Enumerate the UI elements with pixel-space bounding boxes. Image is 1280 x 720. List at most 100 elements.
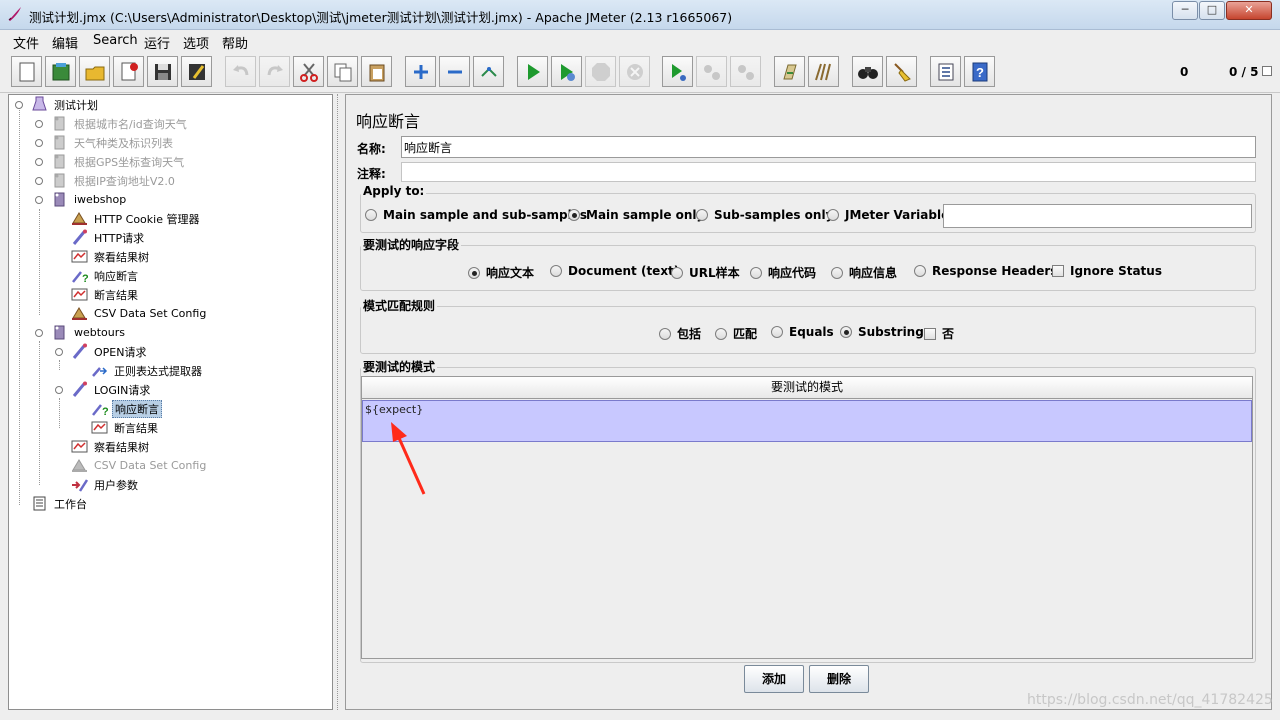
start-no-pauses-button[interactable] [551,56,582,87]
tree-node-csv-config-disabled[interactable]: CSV Data Set Config [71,456,208,475]
field-response-text-radio[interactable]: 响应文本 [468,264,534,281]
apply-main-and-sub-radio[interactable]: Main sample and sub-samples [365,208,587,222]
jmeter-variable-input[interactable] [943,204,1252,228]
field-url-sample-radio[interactable]: URL样本 [671,264,740,281]
tree-node-label: CSV Data Set Config [94,459,207,472]
tree-expand-handle[interactable] [35,196,43,204]
tree-node-thread-group[interactable]: 根据GPS坐标查询天气 [51,152,186,171]
extractor-icon [92,367,108,377]
toggle-button[interactable] [473,56,504,87]
add-button[interactable]: 添加 [744,665,804,693]
tree-expand-handle[interactable] [55,386,63,394]
table-row[interactable]: ${expect} [362,400,1252,442]
delete-button[interactable]: 删除 [809,665,869,693]
tree-node-iwebshop[interactable]: iwebshop [51,190,128,209]
menu-file[interactable]: 文件 [13,33,39,52]
tree-expand-handle[interactable] [35,158,43,166]
tree-node-workbench[interactable]: 工作台 [31,494,89,513]
collapse-all-button[interactable] [439,56,470,87]
help-button[interactable]: ? [964,56,995,87]
rule-not-checkbox[interactable]: 否 [924,325,954,342]
rule-equals-radio[interactable]: Equals [771,325,834,339]
menu-help[interactable]: 帮助 [222,33,248,52]
tree-node-login-request[interactable]: LOGIN请求 [71,380,152,399]
remote-stop-button[interactable] [696,56,727,87]
tree-node-response-assertion[interactable]: ? 响应断言 [71,266,140,285]
rule-contains-radio[interactable]: 包括 [659,325,701,342]
search-button[interactable] [852,56,883,87]
name-input[interactable]: 响应断言 [401,136,1256,158]
comment-input[interactable] [401,162,1256,182]
reset-search-button[interactable] [886,56,917,87]
close-file-button[interactable] [113,56,144,87]
tree-expand-handle[interactable] [15,101,23,109]
tree-node-response-assertion-selected[interactable]: ? 响应断言 [91,399,162,418]
remote-exit-button[interactable] [730,56,761,87]
paste-button[interactable] [361,56,392,87]
menu-options[interactable]: 选项 [183,33,209,52]
assertion-icon: ? [92,404,108,417]
tree-node-label: 正则表达式提取器 [114,364,202,378]
tree-node-view-results-tree[interactable]: 察看结果树 [71,437,151,456]
ignore-status-checkbox[interactable]: Ignore Status [1052,264,1162,278]
minimize-button[interactable]: ─ [1172,1,1198,20]
patterns-column-header[interactable]: 要测试的模式 [362,377,1252,399]
maximize-button[interactable]: □ [1199,1,1225,20]
tree-node-assertion-results[interactable]: 断言结果 [91,418,160,437]
field-document-radio[interactable]: Document (text) [550,264,679,278]
tree-node-thread-group[interactable]: 根据城市名/id查询天气 [51,114,189,133]
tree-node-assertion-results[interactable]: 断言结果 [71,285,140,304]
cut-button[interactable] [293,56,324,87]
save-as-button[interactable] [181,56,212,87]
menu-run[interactable]: 运行 [144,33,170,52]
menu-edit[interactable]: 编辑 [52,33,78,52]
undo-button[interactable] [225,56,256,87]
clear-all-button[interactable] [808,56,839,87]
tree-connector [39,209,40,315]
tree-node-view-results-tree[interactable]: 察看结果树 [71,247,151,266]
save-button[interactable] [147,56,178,87]
split-pane-divider[interactable] [335,94,342,710]
tree-node-open-request[interactable]: OPEN请求 [71,342,148,361]
tree-expand-handle[interactable] [35,139,43,147]
new-button[interactable] [11,56,42,87]
field-response-code-radio[interactable]: 响应代码 [750,264,816,281]
tree-expand-handle[interactable] [55,348,63,356]
tree-node-thread-group[interactable]: 天气种类及标识列表 [51,133,175,152]
apply-jmeter-variable-radio[interactable]: JMeter Variable [827,208,949,222]
apply-sub-only-radio[interactable]: Sub-samples only [696,208,833,222]
field-response-headers-radio[interactable]: Response Headers [914,264,1057,278]
tree-node-label: 察看结果树 [94,440,149,454]
clear-button[interactable] [774,56,805,87]
paste-icon [369,64,384,81]
tree-node-csv-config[interactable]: CSV Data Set Config [71,304,208,323]
field-response-message-radio[interactable]: 响应信息 [831,264,897,281]
start-button[interactable] [517,56,548,87]
tree-node-http-request[interactable]: HTTP请求 [71,228,146,247]
function-helper-button[interactable] [930,56,961,87]
tree-node-regex-extractor[interactable]: 正则表达式提取器 [91,361,204,380]
redo-button[interactable] [259,56,290,87]
shutdown-button[interactable] [619,56,650,87]
apply-main-only-radio[interactable]: Main sample only [568,208,704,222]
tree-expand-handle[interactable] [35,177,43,185]
close-button[interactable]: ✕ [1226,1,1272,20]
tree-node-label: 根据IP查询地址V2.0 [74,174,175,188]
expand-all-button[interactable] [405,56,436,87]
open-button[interactable] [79,56,110,87]
tree-expand-handle[interactable] [35,329,43,337]
tree-node-user-parameters[interactable]: 用户参数 [71,475,140,494]
rule-substring-radio[interactable]: Substring [840,325,924,339]
copy-button[interactable] [327,56,358,87]
tree-expand-handle[interactable] [35,120,43,128]
stop-button[interactable] [585,56,616,87]
rule-matches-radio[interactable]: 匹配 [715,325,757,342]
workbench-icon [33,496,46,511]
templates-button[interactable] [45,56,76,87]
tree-node-webtours[interactable]: webtours [51,323,127,342]
tree-node-cookie-manager[interactable]: HTTP Cookie 管理器 [71,209,201,228]
menu-search[interactable]: Search [93,33,138,48]
tree-node-thread-group[interactable]: 根据IP查询地址V2.0 [51,171,177,190]
tree-node-test-plan[interactable]: 测试计划 [31,95,100,114]
remote-start-button[interactable] [662,56,693,87]
